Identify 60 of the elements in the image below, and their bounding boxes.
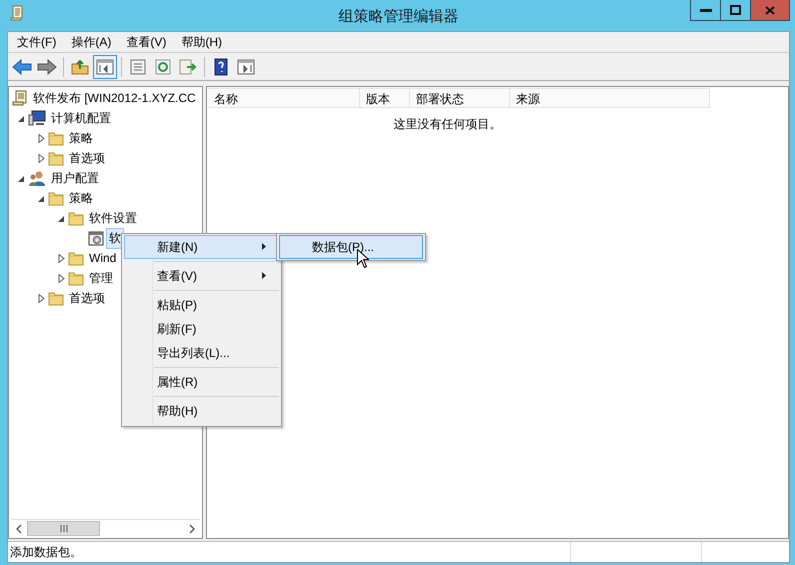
package-icon	[88, 230, 104, 246]
empty-message: 这里没有任何项目。	[392, 116, 502, 133]
close-icon	[765, 6, 775, 14]
collapsed-arrow-icon[interactable]	[38, 134, 44, 142]
expanded-arrow-icon[interactable]	[58, 214, 64, 222]
window-title: 组策略管理编辑器	[338, 6, 458, 26]
close-button[interactable]	[750, 0, 790, 21]
computer-icon	[28, 110, 46, 126]
scroll-icon	[12, 90, 28, 106]
menu-item[interactable]: 刷新(F)	[124, 317, 279, 341]
folder-icon	[68, 210, 84, 226]
minimize-icon	[700, 8, 712, 12]
submenu-arrow-icon	[262, 243, 266, 250]
menu-item[interactable]: 新建(N)	[124, 235, 279, 259]
tree-item[interactable]: Wind	[86, 249, 120, 267]
horizontal-scrollbar[interactable]	[11, 519, 200, 537]
tree-item[interactable]: 管理	[86, 268, 116, 288]
collapsed-arrow-icon[interactable]	[38, 294, 44, 302]
menu-item[interactable]: 操作(A)	[65, 34, 118, 50]
folder-icon	[48, 190, 64, 206]
submenu-arrow-icon	[262, 272, 266, 279]
menu-item[interactable]: 属性(R)	[124, 370, 279, 394]
collapsed-arrow-icon[interactable]	[38, 154, 44, 162]
tree-item[interactable]: 首选项	[66, 288, 108, 308]
scroll-icon	[10, 4, 24, 20]
tree-item[interactable]: 软件发布 [WIN2012-1.XYZ.CC	[30, 88, 199, 108]
menu-item[interactable]: 帮助(H)	[175, 34, 228, 50]
folder-icon	[68, 250, 84, 266]
tree-item[interactable]: 计算机配置	[48, 108, 114, 128]
expanded-arrow-icon[interactable]	[18, 114, 24, 122]
menu-item[interactable]: 查看(V)	[120, 34, 172, 50]
column-header[interactable]: 名称	[208, 88, 360, 108]
collapsed-arrow-icon[interactable]	[58, 254, 64, 262]
scrollbar-thumb[interactable]	[27, 521, 100, 536]
menu-item[interactable]: 文件(F)	[11, 34, 62, 50]
users-icon	[28, 170, 46, 186]
tree-item[interactable]: 策略	[66, 128, 96, 148]
expanded-arrow-icon[interactable]	[18, 174, 24, 182]
toolbar-button[interactable]	[93, 54, 117, 78]
folder-icon	[48, 150, 64, 166]
column-header[interactable]: 部署状态	[410, 88, 510, 108]
tree-item[interactable]: 用户配置	[48, 168, 102, 188]
menu-item[interactable]: 查看(V)	[124, 264, 279, 288]
folder-icon	[68, 270, 84, 286]
menu-item[interactable]: 导出列表(L)...	[124, 341, 279, 365]
expanded-arrow-icon[interactable]	[38, 194, 44, 202]
folder-icon	[48, 130, 64, 146]
collapsed-arrow-icon[interactable]	[58, 274, 64, 282]
tree-item[interactable]: 软件设置	[86, 208, 140, 228]
tree-item[interactable]: 策略	[66, 188, 96, 208]
menu-item[interactable]: 数据包(P)...	[279, 235, 423, 259]
status-text: 添加数据包。	[9, 544, 83, 561]
tree-item[interactable]: 首选项	[66, 148, 108, 168]
column-header[interactable]: 来源	[510, 88, 710, 108]
column-header[interactable]: 版本	[360, 88, 410, 108]
minimize-button[interactable]	[690, 0, 721, 21]
folder-icon	[48, 290, 64, 306]
maximize-icon	[730, 5, 741, 15]
menu-item[interactable]: 粘贴(P)	[124, 293, 279, 317]
menu-item[interactable]: 帮助(H)	[124, 399, 279, 423]
